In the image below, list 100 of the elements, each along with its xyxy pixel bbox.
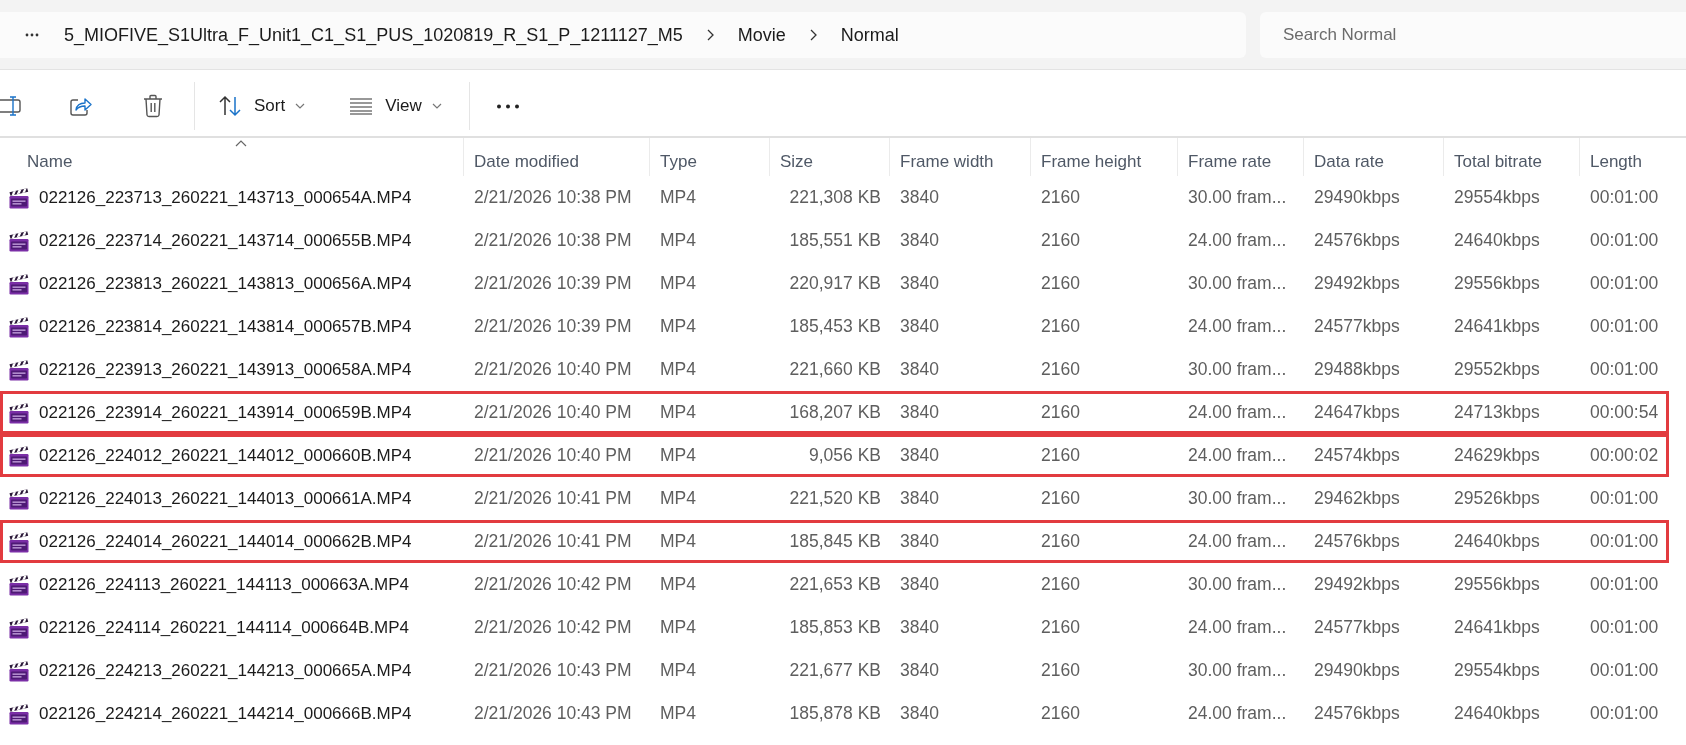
table-cell-text: 00:01:00 [1590,659,1659,683]
table-cell-text: 2160 [1041,487,1080,511]
file-name[interactable]: 022126_223913_260221_143913_000658A.MP4 [39,356,412,383]
breadcrumb-item[interactable]: 5_MIOFIVE_S1Ultra_F_Unit1_C1_S1_PUS_1020819_R_S1_P_1211127_M5 [64,22,683,47]
file-name[interactable]: 022126_224213_260221_144213_000665A.MP4 [39,657,412,684]
file-row[interactable]: 022126_224012_260221_144012_000660B.MP4 2/21/2026 10:40 PM MP4 9,056 KB 3840 2160 24.00 fram... 24574kbps 24629kbps 00:00:02 [0,434,1686,477]
table-cell-text: 185,878 KB [789,702,881,726]
table-cell-text: 00:01:00 [1590,530,1659,554]
file-row[interactable]: 022126_223813_260221_143813_000656A.MP4 2/21/2026 10:39 PM MP4 220,917 KB 3840 2160 30.00 fram... 29492kbps 29556kbps 00:01:00 [0,262,1686,305]
table-cell-text: 185,551 KB [789,229,881,253]
table-cell-text: 30.00 fram... [1188,487,1287,511]
search-field[interactable]: Search Normal [1260,11,1686,58]
table-cell-text: 2/21/2026 10:40 PM [474,444,632,468]
table-cell-text: 185,453 KB [789,315,881,339]
table-cell-text: 00:01:00 [1590,616,1659,640]
table-cell-text: 221,520 KB [789,487,881,511]
file-row[interactable]: 022126_223713_260221_143713_000654A.MP4 2/21/2026 10:38 PM MP4 221,308 KB 3840 2160 30.00 fram... 29490kbps 29554kbps 00:01:00 [0,176,1686,219]
table-cell-text: 3840 [900,487,939,511]
table-cell-text: 2/21/2026 10:43 PM [474,702,632,726]
file-name[interactable]: 022126_224013_260221_144013_000661A.MP4 [39,485,412,512]
file-name[interactable]: 022126_223814_260221_143814_000657B.MP4 [39,313,412,340]
table-cell-text: 29492kbps [1314,272,1400,296]
file-row[interactable]: 022126_224014_260221_144014_000662B.MP4 2/21/2026 10:41 PM MP4 185,845 KB 3840 2160 24.00 fram... 24576kbps 24640kbps 00:01:00 [0,520,1686,563]
column-header[interactable]: Frame height [1031,138,1178,176]
table-cell-text: 24640kbps [1454,229,1540,253]
file-row[interactable]: 022126_224213_260221_144213_000665A.MP4 2/21/2026 10:43 PM MP4 221,677 KB 3840 2160 30.00 fram... 29490kbps 29554kbps 00:01:00 [0,649,1686,692]
table-cell-text: 29554kbps [1454,659,1540,683]
address-bar[interactable]: 5_MIOFIVE_S1Ultra_F_Unit1_C1_S1_PUS_1020819_R_S1_P_1211127_M5 Movie Normal [0,11,1246,58]
file-row[interactable]: 022126_223913_260221_143913_000658A.MP4 2/21/2026 10:40 PM MP4 221,660 KB 3840 2160 30.00 fram... 29488kbps 29552kbps 00:01:00 [0,348,1686,391]
table-cell-text: 2160 [1041,358,1080,382]
column-header[interactable]: Name [0,138,464,176]
file-row[interactable]: 022126_224113_260221_144113_000663A.MP4 2/21/2026 10:42 PM MP4 221,653 KB 3840 2160 30.00 fram... 29492kbps 29556kbps 00:01:00 [0,563,1686,606]
column-header[interactable]: Frame rate [1178,138,1304,176]
table-cell-text: 29526kbps [1454,487,1540,511]
table-cell-text: MP4 [660,358,696,382]
table-cell-text: 2/21/2026 10:38 PM [474,186,632,210]
file-name[interactable]: 022126_224114_260221_144114_000664B.MP4 [39,614,409,641]
breadcrumb-item[interactable]: Movie [737,22,786,47]
table-cell-text: MP4 [660,272,696,296]
file-name[interactable]: 022126_224214_260221_144214_000666B.MP4 [39,700,412,727]
sort-button[interactable]: Sort [208,86,316,126]
column-header[interactable]: Date modified [464,138,650,176]
file-row[interactable]: 022126_223714_260221_143714_000655B.MP4 2/21/2026 10:38 PM MP4 185,551 KB 3840 2160 24.00 fram... 24576kbps 24640kbps 00:01:00 [0,219,1686,262]
more-icon [495,103,520,109]
table-cell-text: 2/21/2026 10:42 PM [474,573,632,597]
video-file-icon [8,444,30,467]
table-cell-text: 2160 [1041,616,1080,640]
table-cell-text: 00:01:00 [1590,315,1659,339]
table-cell-text: 24647kbps [1314,401,1400,425]
file-name[interactable]: 022126_223713_260221_143713_000654A.MP4 [39,184,412,211]
table-cell-text: 2160 [1041,444,1080,468]
column-header[interactable]: Data rate [1304,138,1444,176]
file-name[interactable]: 022126_224012_260221_144012_000660B.MP4 [39,442,412,469]
file-name[interactable]: 022126_223714_260221_143714_000655B.MP4 [39,227,412,254]
column-header[interactable]: Length [1580,138,1686,176]
table-cell-text: 24.00 fram... [1188,702,1287,726]
file-row[interactable]: 022126_223814_260221_143814_000657B.MP4 2/21/2026 10:39 PM MP4 185,453 KB 3840 2160 24.00 fram... 24577kbps 24641kbps 00:01:00 [0,305,1686,348]
table-cell-text: 00:00:02 [1590,444,1659,468]
table-cell-text: MP4 [660,659,696,683]
video-file-icon [8,315,30,338]
table-cell-text: MP4 [660,229,696,253]
table-cell-text: 29554kbps [1454,186,1540,210]
table-cell-text: 221,660 KB [789,358,881,382]
file-name[interactable]: 022126_223914_260221_143914_000659B.MP4 [39,399,412,426]
table-cell-text: MP4 [660,487,696,511]
table-cell-text: 2160 [1041,272,1080,296]
file-name[interactable]: 022126_224014_260221_144014_000662B.MP4 [39,528,412,555]
column-header[interactable]: Type [650,138,770,176]
table-cell-text: 29552kbps [1454,358,1540,382]
table-cell-text: 24641kbps [1454,315,1540,339]
table-cell-text: 3840 [900,315,939,339]
table-cell-text: 2160 [1041,186,1080,210]
file-row[interactable]: 022126_224214_260221_144214_000666B.MP4 2/21/2026 10:43 PM MP4 185,878 KB 3840 2160 24.00 fram... 24576kbps 24640kbps 00:01:00 [0,692,1686,735]
file-row[interactable]: 022126_224114_260221_144114_000664B.MP4 2/21/2026 10:42 PM MP4 185,853 KB 3840 2160 24.00 fram... 24577kbps 24641kbps 00:01:00 [0,606,1686,649]
file-row[interactable]: 022126_223914_260221_143914_000659B.MP4 2/21/2026 10:40 PM MP4 168,207 KB 3840 2160 24.00 fram... 24647kbps 24713kbps 00:00:54 [0,391,1686,434]
column-header[interactable]: Size [770,138,890,176]
table-cell-text: 168,207 KB [789,401,881,425]
table-cell-text: 24641kbps [1454,616,1540,640]
view-button[interactable]: View [339,86,452,126]
table-cell-text: 3840 [900,229,939,253]
file-row[interactable]: 022126_224013_260221_144013_000661A.MP4 2/21/2026 10:41 PM MP4 221,520 KB 3840 2160 30.00 fram... 29462kbps 29526kbps 00:01:00 [0,477,1686,520]
table-cell-text: 185,845 KB [789,530,881,554]
video-file-icon [8,358,30,381]
table-cell-text: 24.00 fram... [1188,401,1287,425]
table-cell-text: 24576kbps [1314,530,1400,554]
table-cell-text: 2/21/2026 10:38 PM [474,229,632,253]
table-cell-text: 24640kbps [1454,702,1540,726]
file-name[interactable]: 022126_223813_260221_143813_000656A.MP4 [39,270,412,297]
table-cell-text: 24576kbps [1314,229,1400,253]
table-cell-text: 2160 [1041,573,1080,597]
chevron-down-icon [431,103,442,109]
column-header[interactable]: Frame width [890,138,1031,176]
file-name[interactable]: 022126_224113_260221_144113_000663A.MP4 [39,571,409,598]
table-cell-text: 30.00 fram... [1188,659,1287,683]
table-cell-text: 24.00 fram... [1188,444,1287,468]
breadcrumb-item[interactable]: Normal [840,22,899,47]
column-header[interactable]: Total bitrate [1444,138,1580,176]
table-cell-text: 00:01:00 [1590,358,1659,382]
table-cell-text: 00:01:00 [1590,487,1659,511]
table-cell-text: 3840 [900,573,939,597]
